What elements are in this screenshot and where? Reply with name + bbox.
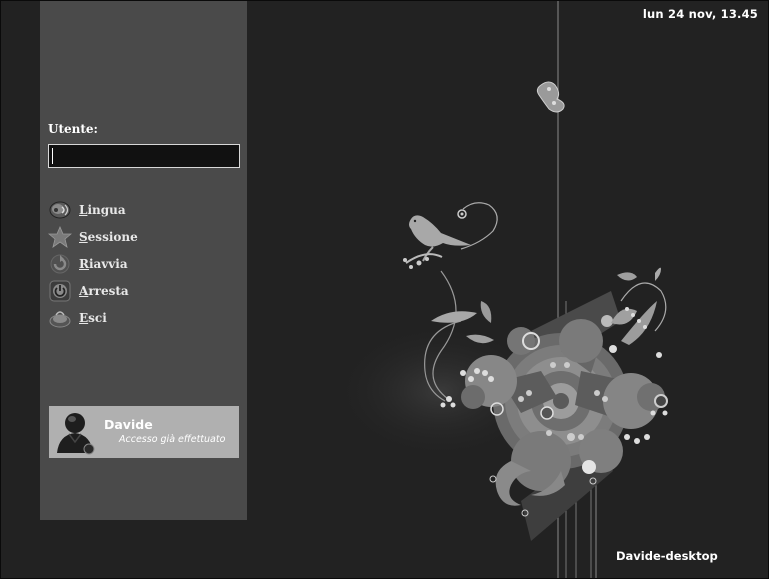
user-name: Davide [104,417,153,432]
menu-item-exit[interactable]: Esci [48,307,107,329]
menu-item-language-label: Lingua [79,203,126,217]
language-icon [48,199,72,221]
power-icon [48,280,72,302]
hostname-label: Davide-desktop [616,549,718,563]
login-screen: lun 24 nov, 13.45 Davide-desktop Utente:… [0,0,769,579]
restart-icon [48,253,72,275]
user-card-davide[interactable]: Davide Accesso già effettuato [49,406,239,458]
menu-item-restart-label: Riavvia [79,257,128,271]
username-input[interactable] [48,144,240,168]
clock: lun 24 nov, 13.45 [642,7,758,21]
menu-item-session[interactable]: Sessione [47,225,138,248]
menu-item-shutdown-label: Arresta [79,284,129,298]
login-panel: Utente: Lingua Sessione Riavvia Arresta … [40,1,247,520]
user-status: Accesso già effettuato [119,434,226,445]
menu-item-language[interactable]: Lingua [48,199,126,221]
menu-item-shutdown[interactable]: Arresta [48,280,129,302]
menu-item-session-label: Sessione [79,230,138,244]
user-avatar-icon [55,409,99,455]
text-caret [52,148,53,164]
username-label: Utente: [48,122,98,136]
menu-item-restart[interactable]: Riavvia [48,253,128,275]
exit-icon [48,307,72,329]
session-star-icon [47,225,73,248]
menu-item-exit-label: Esci [79,311,107,325]
